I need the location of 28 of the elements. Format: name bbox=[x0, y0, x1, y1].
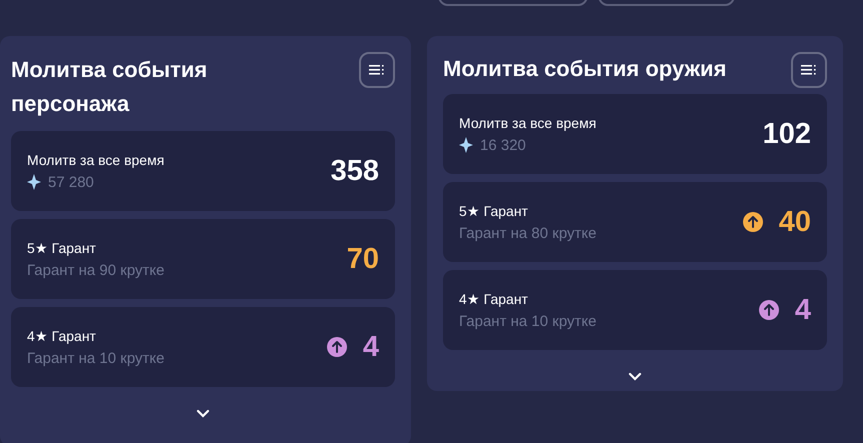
currency-amount: 57 280 bbox=[48, 174, 94, 190]
stat-note: Гарант на 80 крутке bbox=[459, 224, 596, 242]
chevron-down-icon[interactable] bbox=[628, 372, 642, 381]
list-icon bbox=[369, 65, 385, 75]
sparkle-icon bbox=[27, 174, 41, 190]
sparkle-icon bbox=[459, 137, 473, 153]
stat-label: Молитв за все время bbox=[27, 152, 164, 168]
stat-label: 5★ Гарант bbox=[459, 202, 529, 218]
stat-value: 70 bbox=[346, 242, 379, 276]
currency-amount: 16 320 bbox=[480, 136, 526, 154]
stat-label: 5★ Гарант bbox=[27, 240, 97, 256]
stat-value: 4 bbox=[794, 294, 811, 326]
stat-value: 40 bbox=[778, 206, 811, 238]
stat-value: 4 bbox=[362, 330, 379, 364]
chevron-down-icon[interactable] bbox=[196, 409, 210, 418]
stat-label: Молитв за все время bbox=[459, 114, 596, 130]
menu-button[interactable] bbox=[791, 52, 827, 88]
stat-note: Гарант на 90 крутке bbox=[27, 262, 164, 278]
stat-value: 358 bbox=[330, 154, 379, 188]
panel-title: Молитва события персонажа bbox=[11, 56, 208, 118]
stat-value: 102 bbox=[762, 118, 811, 150]
stat-label: 4★ Гарант bbox=[27, 328, 97, 344]
list-icon bbox=[801, 65, 817, 75]
stat-note: Гарант на 10 крутке bbox=[27, 350, 164, 366]
menu-button[interactable] bbox=[359, 52, 395, 88]
stat-note: Гарант на 10 крутке bbox=[459, 312, 596, 330]
stat-label: 4★ Гарант bbox=[459, 290, 529, 306]
panel-title: Молитва события оружия bbox=[443, 55, 726, 83]
